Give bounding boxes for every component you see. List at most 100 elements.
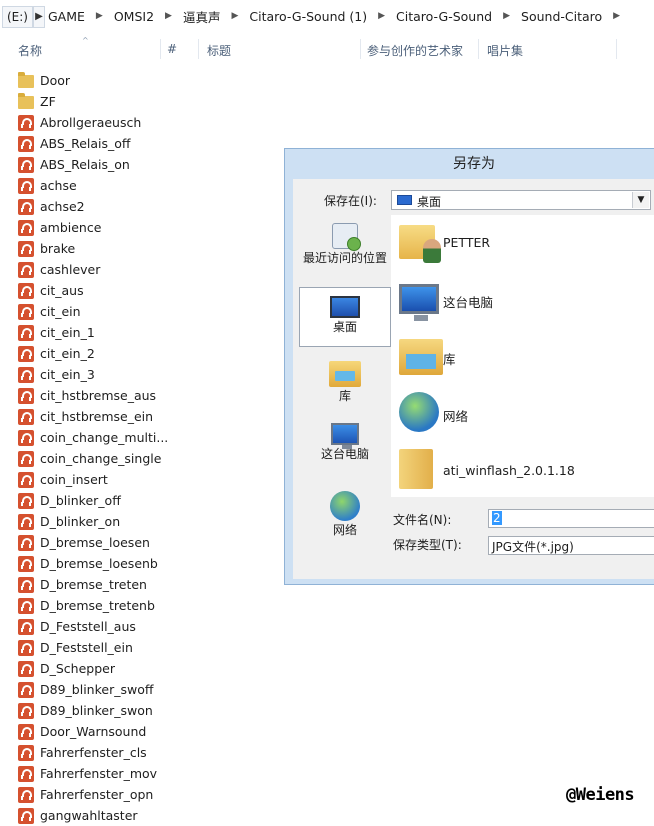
list-item[interactable]: Door_Warnsound (18, 721, 268, 742)
file-name: cit_hstbremse_aus (40, 388, 157, 403)
list-item[interactable]: ambience (18, 217, 268, 238)
column-header-title[interactable]: 标题 (207, 42, 231, 59)
folder-view-item-label: 库 (443, 352, 456, 367)
place-item[interactable]: 这台电脑 (299, 415, 391, 475)
chevron-right-icon[interactable]: ▶ (87, 11, 112, 21)
folder-view-item[interactable]: 网络 (391, 386, 654, 442)
file-type-label: 保存类型(T): (393, 538, 462, 552)
file-name-value: 2 (492, 511, 502, 525)
folder-view-item[interactable]: 库 (391, 329, 654, 385)
list-item[interactable]: cit_aus (18, 280, 268, 301)
list-item[interactable]: Door (18, 70, 268, 91)
list-item[interactable]: D_bremse_treten (18, 574, 268, 595)
folder-view-item[interactable]: PETTER (391, 215, 654, 271)
file-name-input[interactable]: 2 (488, 509, 654, 528)
list-item[interactable]: cit_hstbremse_ein (18, 406, 268, 427)
audio-file-icon (18, 639, 34, 656)
list-item[interactable]: coin_change_multi... (18, 427, 268, 448)
file-name: D_Schepper (40, 661, 115, 676)
place-item[interactable]: 库 (299, 353, 391, 409)
list-item[interactable]: ABS_Relais_off (18, 133, 268, 154)
list-item[interactable]: cit_ein_2 (18, 343, 268, 364)
list-item[interactable]: achse2 (18, 196, 268, 217)
place-item[interactable]: 网络 (299, 483, 391, 543)
list-item[interactable]: cit_ein (18, 301, 268, 322)
list-item[interactable]: ZF (18, 91, 268, 112)
column-header-number[interactable]: # (167, 42, 177, 56)
list-item[interactable]: D_blinker_on (18, 511, 268, 532)
chevron-down-icon[interactable]: ▼ (632, 192, 649, 208)
place-item[interactable]: 最近访问的位置 (299, 215, 391, 277)
list-item[interactable]: D_blinker_off (18, 490, 268, 511)
place-item[interactable]: 桌面 (299, 287, 391, 347)
file-name: coin_change_single (40, 451, 162, 466)
list-item[interactable]: cit_ein_1 (18, 322, 268, 343)
column-divider[interactable] (360, 39, 361, 59)
list-item[interactable]: D_bremse_loesenb (18, 553, 268, 574)
list-item[interactable]: Fahrerfenster_cls (18, 742, 268, 763)
list-item[interactable]: cit_ein_3 (18, 364, 268, 385)
breadcrumb-item[interactable]: Citaro-G-Sound (1) (247, 9, 369, 24)
list-item[interactable]: gangwahltaster (18, 805, 268, 826)
list-item[interactable]: Fahrerfenster_opn (18, 784, 268, 805)
this-pc-icon (399, 284, 439, 321)
audio-file-icon (18, 786, 34, 803)
column-divider[interactable] (478, 39, 479, 59)
list-item[interactable]: coin_insert (18, 469, 268, 490)
column-divider[interactable] (198, 39, 199, 59)
list-item[interactable]: D_Feststell_aus (18, 616, 268, 637)
list-item[interactable]: D_bremse_loesen (18, 532, 268, 553)
chevron-right-icon[interactable]: ▶ (494, 11, 519, 21)
dialog-title: 另存为 (453, 156, 495, 172)
file-type-select[interactable]: JPG文件(*.jpg) (488, 536, 654, 555)
breadcrumb-item[interactable]: OMSI2 (112, 9, 156, 24)
chevron-right-icon[interactable]: ▶ (369, 11, 394, 21)
list-item[interactable]: D_Feststell_ein (18, 637, 268, 658)
save-in-dropdown[interactable]: 桌面 ▼ (391, 190, 651, 210)
list-item[interactable]: ABS_Relais_on (18, 154, 268, 175)
list-item[interactable]: D_Schepper (18, 658, 268, 679)
breadcrumb-item[interactable]: 逼真声 (181, 7, 223, 26)
file-name: D_bremse_loesen (40, 535, 150, 550)
folder-view-item[interactable]: 这台电脑 (391, 272, 654, 328)
folder-view-item-label: ati_winflash_2.0.1.18 (443, 463, 575, 478)
folder-view-item[interactable]: ati_winflash_2.0.1.18 (391, 443, 654, 497)
audio-file-icon (18, 219, 34, 236)
breadcrumb-item[interactable]: GAME (46, 9, 87, 24)
list-item[interactable]: cashlever (18, 259, 268, 280)
column-divider[interactable] (160, 39, 161, 59)
breadcrumb-root[interactable]: (E:) (2, 6, 33, 28)
list-item[interactable]: Abrollgeraeusch (18, 112, 268, 133)
breadcrumb-expand-icon[interactable]: ▶ (33, 6, 45, 28)
list-item[interactable]: achse (18, 175, 268, 196)
list-item[interactable]: brake (18, 238, 268, 259)
column-divider[interactable] (616, 39, 617, 59)
folder-icon (18, 72, 34, 88)
list-item[interactable]: D_bremse_tretenb (18, 595, 268, 616)
audio-file-icon (18, 345, 34, 362)
list-item[interactable]: Fahrerfenster_mov (18, 763, 268, 784)
list-item[interactable]: D89_blinker_swoff (18, 679, 268, 700)
breadcrumb-item[interactable]: Sound-Citaro (519, 9, 604, 24)
column-header-artist[interactable]: 参与创作的艺术家 (367, 42, 463, 59)
column-header-album[interactable]: 唱片集 (487, 42, 523, 59)
places-bar: 最近访问的位置 桌面库这台电脑网络 (299, 215, 391, 547)
breadcrumb-item[interactable]: Citaro-G-Sound (394, 9, 494, 24)
network-icon (330, 491, 360, 521)
chevron-right-icon[interactable]: ▶ (156, 11, 181, 21)
address-bar[interactable]: (E:) ▶ GAME ▶ OMSI2 ▶ 逼真声 ▶ Citaro-G-Sound (1)… (0, 0, 654, 32)
file-name: D_Feststell_ein (40, 640, 133, 655)
file-name: cit_ein (40, 304, 81, 319)
list-item[interactable]: cit_hstbremse_aus (18, 385, 268, 406)
list-item[interactable]: coin_change_single (18, 448, 268, 469)
folder-icon (399, 449, 433, 489)
recent-places-icon (332, 223, 361, 251)
chevron-right-icon[interactable]: ▶ (604, 11, 629, 21)
audio-file-icon (18, 450, 34, 467)
column-header-name[interactable]: 名称 (18, 42, 42, 59)
place-label: 网络 (332, 523, 357, 537)
list-item[interactable]: D89_blinker_swon (18, 700, 268, 721)
audio-file-icon (18, 429, 34, 446)
file-name: Fahrerfenster_mov (40, 766, 158, 781)
chevron-right-icon[interactable]: ▶ (222, 11, 247, 21)
